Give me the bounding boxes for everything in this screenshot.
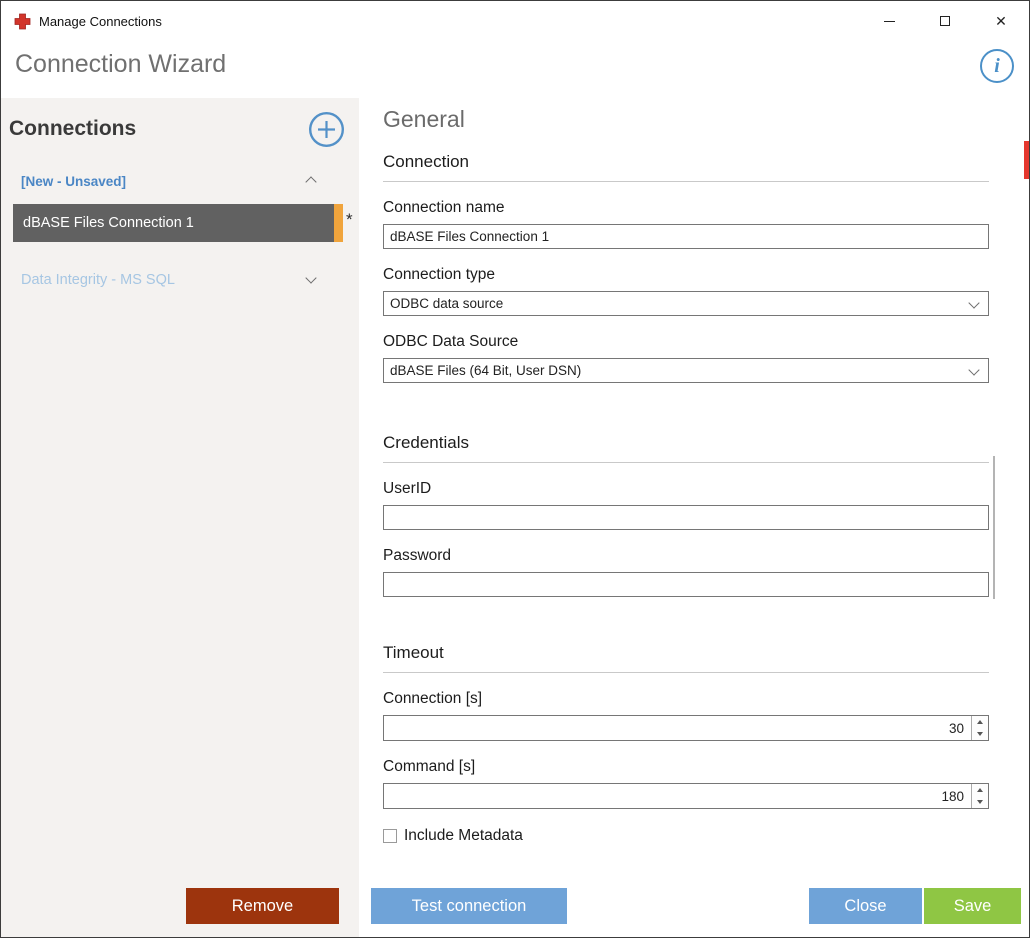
include-metadata-label: Include Metadata <box>404 827 523 845</box>
chevron-down-icon <box>968 364 979 375</box>
manage-connections-window: Manage Connections ✕ Connection Wizard i… <box>0 0 1030 938</box>
minimize-icon <box>884 21 895 22</box>
chevron-down-icon <box>305 272 316 283</box>
odbc-source-label: ODBC Data Source <box>383 332 989 351</box>
spinner-up-icon <box>977 720 983 724</box>
wizard-header: Connection Wizard i <box>1 41 1029 98</box>
connections-sidebar: Connections [New - Unsaved] dBASE Files … <box>1 98 359 937</box>
password-input[interactable] <box>383 572 989 597</box>
spinner-down-icon <box>977 732 983 736</box>
test-connection-button[interactable]: Test connection <box>371 888 567 924</box>
modified-strip <box>334 204 343 242</box>
userid-input[interactable] <box>383 505 989 530</box>
titlebar: Manage Connections ✕ <box>1 1 1029 41</box>
chevron-up-icon <box>305 176 316 187</box>
odbc-source-select[interactable]: dBASE Files (64 Bit, User DSN) <box>383 358 989 383</box>
maximize-icon <box>940 16 950 26</box>
chevron-down-icon <box>968 297 979 308</box>
group-saved-label: Data Integrity - MS SQL <box>21 272 175 288</box>
command-timeout-label: Command [s] <box>383 757 989 776</box>
sidebar-title: Connections <box>9 117 136 141</box>
add-connection-button[interactable] <box>308 111 345 148</box>
panel-title: General <box>383 106 989 132</box>
credentials-section-title: Credentials <box>383 433 989 463</box>
close-button[interactable]: Close <box>809 888 922 924</box>
info-icon: i <box>994 55 1000 78</box>
close-icon: ✕ <box>995 14 1007 28</box>
command-timeout-spinner <box>971 784 988 808</box>
connection-timeout-input[interactable] <box>384 716 970 740</box>
window-controls: ✕ <box>861 1 1029 41</box>
connection-name-input[interactable] <box>383 224 989 249</box>
connection-type-select[interactable]: ODBC data source <box>383 291 989 316</box>
connection-item-selected[interactable]: dBASE Files Connection 1 <box>13 204 343 242</box>
odbc-source-value: dBASE Files (64 Bit, User DSN) <box>390 363 581 378</box>
page-title: Connection Wizard <box>15 50 226 79</box>
modified-star: * <box>346 210 353 230</box>
minimize-button[interactable] <box>861 1 917 41</box>
window-title: Manage Connections <box>39 14 162 29</box>
timeout-section-title: Timeout <box>383 643 989 673</box>
connection-section-title: Connection <box>383 152 989 182</box>
password-label: Password <box>383 546 989 565</box>
connection-timeout-field <box>383 715 989 741</box>
connection-item-label: dBASE Files Connection 1 <box>23 215 194 231</box>
connection-name-label: Connection name <box>383 198 989 217</box>
include-metadata-checkbox[interactable] <box>383 829 397 843</box>
command-timeout-input[interactable] <box>384 784 970 808</box>
general-panel: General Connection Connection name Conne… <box>359 98 1029 937</box>
spinner-up-icon <box>977 788 983 792</box>
spinner-down-icon <box>977 800 983 804</box>
red-edge-marker <box>1024 141 1029 179</box>
close-window-button[interactable]: ✕ <box>973 1 1029 41</box>
group-new-label: [New - Unsaved] <box>21 174 126 189</box>
remove-button[interactable]: Remove <box>186 888 339 924</box>
maximize-button[interactable] <box>917 1 973 41</box>
connection-group-saved[interactable]: Data Integrity - MS SQL <box>1 272 359 292</box>
connection-group-new[interactable]: [New - Unsaved] <box>1 174 359 194</box>
spinner-up-button[interactable] <box>972 716 988 728</box>
connection-timeout-spinner <box>971 716 988 740</box>
spinner-up-button[interactable] <box>972 784 988 796</box>
userid-label: UserID <box>383 479 989 498</box>
command-timeout-field <box>383 783 989 809</box>
include-metadata-row: Include Metadata <box>383 827 989 845</box>
info-button[interactable]: i <box>980 49 1014 83</box>
connection-type-label: Connection type <box>383 265 989 284</box>
connection-type-value: ODBC data source <box>390 296 503 311</box>
scrollbar-thumb[interactable] <box>993 456 995 599</box>
spinner-down-button[interactable] <box>972 796 988 808</box>
spinner-down-button[interactable] <box>972 728 988 740</box>
connection-timeout-label: Connection [s] <box>383 689 989 708</box>
plus-icon <box>308 111 345 148</box>
app-logo-icon <box>14 13 31 30</box>
save-button[interactable]: Save <box>924 888 1021 924</box>
